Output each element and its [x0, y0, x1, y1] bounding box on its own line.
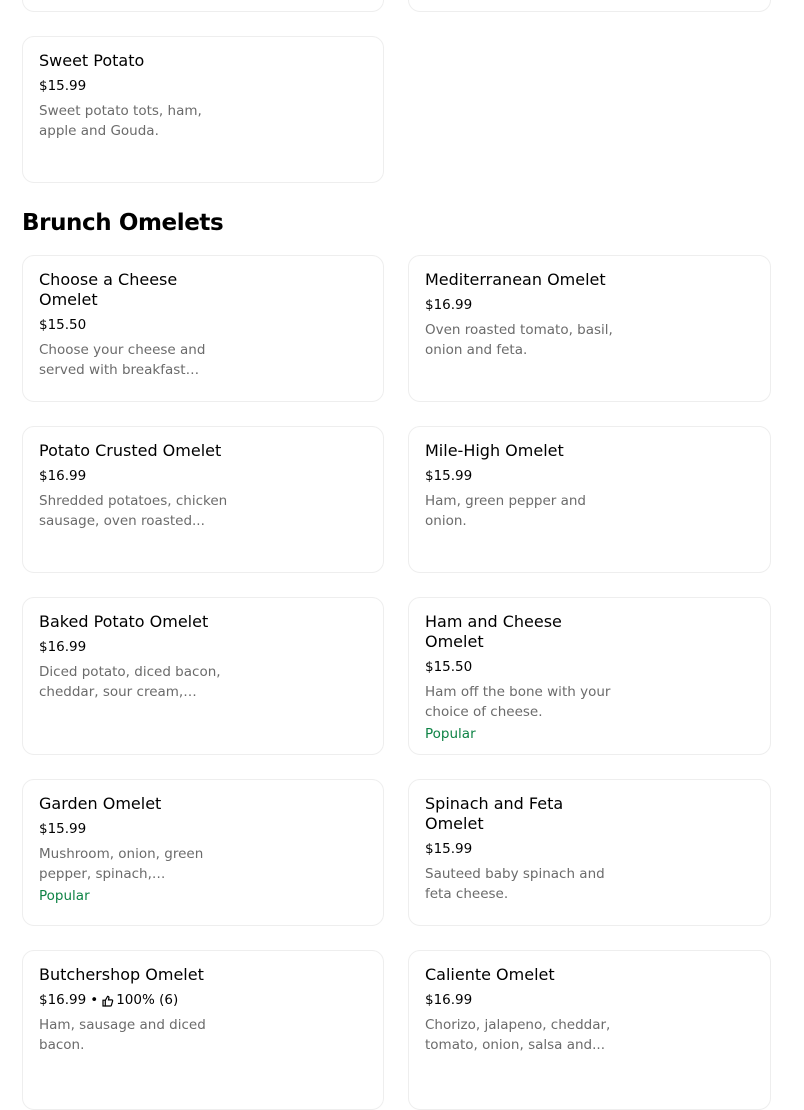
item-name: Baked Potato Omelet: [39, 612, 209, 631]
item-description: Choose your cheese and served with break…: [39, 342, 206, 378]
menu-item-card[interactable]: Choose a Cheese Omelet $15.50 Choose you…: [22, 255, 384, 402]
menu-item-card[interactable]: Mile-High Omelet $15.99 Ham, green peppe…: [408, 426, 771, 573]
item-name: Spinach and Feta Omelet: [425, 794, 564, 833]
item-price: $16.99: [39, 992, 87, 1008]
item-price: $16.99: [425, 297, 473, 313]
item-price: $15.99: [39, 78, 87, 94]
item-price: $15.99: [425, 468, 473, 484]
menu-item-card-partial-left[interactable]: [22, 0, 384, 12]
menu-item-card[interactable]: Spinach and Feta Omelet $15.99 Sauteed b…: [408, 779, 771, 926]
item-name: Garden Omelet: [39, 794, 162, 813]
item-description: Diced potato, diced bacon, cheddar, sour…: [39, 664, 221, 700]
menu-item-card[interactable]: Butchershop Omelet $16.99 • 100% (6) Ham…: [22, 950, 384, 1110]
menu-item-card[interactable]: Garden Omelet $15.99 Mushroom, onion, gr…: [22, 779, 384, 926]
item-rating: 100% (6): [116, 992, 179, 1008]
item-name: Caliente Omelet: [425, 965, 555, 984]
item-price: $15.50: [39, 317, 87, 333]
popular-badge: Popular: [425, 726, 476, 742]
item-description: Ham, green pepper and onion.: [425, 493, 586, 529]
item-description: Sauteed baby spinach and feta cheese.: [425, 866, 605, 902]
menu-item-card[interactable]: Potato Crusted Omelet $16.99 Shredded po…: [22, 426, 384, 573]
item-name: Ham and Cheese Omelet: [425, 612, 562, 651]
thumbs-up-icon: [102, 994, 114, 1007]
menu-item-card[interactable]: Caliente Omelet $16.99 Chorizo, jalapeno…: [408, 950, 771, 1110]
item-description: Chorizo, jalapeno, cheddar, tomato, onio…: [425, 1017, 611, 1053]
menu-item-card-partial-right[interactable]: [408, 0, 771, 12]
item-price: $15.50: [425, 659, 473, 675]
item-price: $15.99: [425, 841, 473, 857]
item-description: Shredded potatoes, chicken sausage, oven…: [39, 493, 228, 529]
item-description: Ham off the bone with your choice of che…: [425, 684, 611, 720]
item-name: Mediterranean Omelet: [425, 270, 606, 289]
item-name: Choose a Cheese Omelet: [39, 270, 178, 309]
item-name: Mile-High Omelet: [425, 441, 564, 460]
section-title: Brunch Omelets: [22, 210, 224, 236]
menu-item-card[interactable]: Sweet Potato $15.99 Sweet potato tots, h…: [22, 36, 384, 183]
item-price: $15.99: [39, 821, 87, 837]
item-description: Mushroom, onion, green pepper, spinach, …: [39, 846, 204, 882]
item-price: $16.99: [425, 992, 473, 1008]
item-description: Sweet potato tots, ham, apple and Gouda.: [39, 103, 202, 139]
popular-badge: Popular: [39, 888, 90, 904]
item-description: Ham, sausage and diced bacon.: [39, 1017, 206, 1053]
item-name: Sweet Potato: [39, 51, 145, 70]
item-name: Butchershop Omelet: [39, 965, 204, 984]
item-price: $16.99: [39, 468, 87, 484]
item-price-row: $16.99 • 100% (6): [39, 991, 367, 1009]
menu-item-card[interactable]: Baked Potato Omelet $16.99 Diced potato,…: [22, 597, 384, 755]
separator-dot: •: [90, 992, 99, 1008]
item-price: $16.99: [39, 639, 87, 655]
item-description: Oven roasted tomato, basil, onion and fe…: [425, 322, 613, 358]
menu-item-card[interactable]: Ham and Cheese Omelet $15.50 Ham off the…: [408, 597, 771, 755]
menu-item-card[interactable]: Mediterranean Omelet $16.99 Oven roasted…: [408, 255, 771, 402]
item-name: Potato Crusted Omelet: [39, 441, 222, 460]
